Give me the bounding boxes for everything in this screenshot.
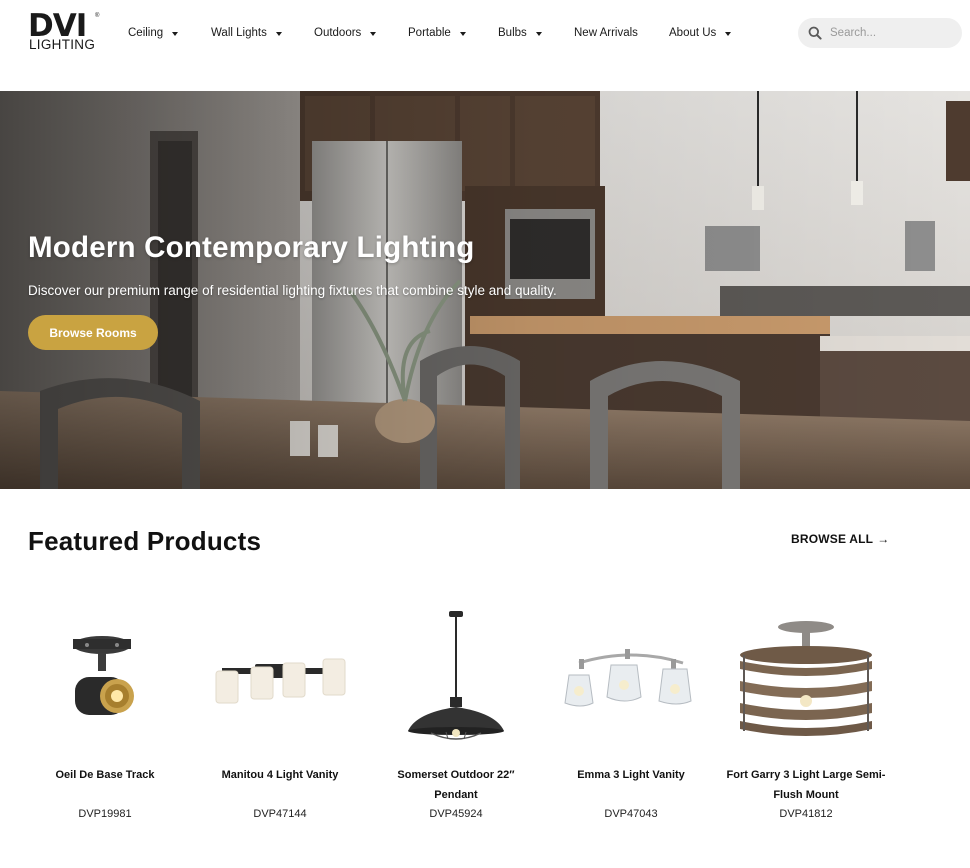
caret-down-icon: [172, 31, 179, 36]
product-sku: DVP47144: [253, 808, 307, 820]
product-card[interactable]: Oeil De Base Track DVP19981: [25, 605, 185, 835]
caret-down-icon: [275, 31, 282, 36]
browse-all-link[interactable]: BROWSE ALL →: [791, 532, 889, 546]
search-icon[interactable]: [808, 26, 822, 40]
caret-down-icon: [459, 31, 466, 36]
hero-subtitle: Discover our premium range of residentia…: [28, 283, 557, 298]
nav-item-label: Portable: [408, 27, 451, 39]
product-sku: DVP47043: [604, 808, 658, 820]
nav-item-about-us[interactable]: About Us: [669, 24, 732, 42]
track-light-icon: [73, 636, 134, 715]
search-bar: [798, 18, 962, 48]
logo-subtitle: LIGHTING: [29, 37, 96, 52]
pendant-light-icon: [408, 611, 504, 740]
nav-item-label: About Us: [669, 27, 717, 39]
product-name: Somerset Outdoor 22″ Pendant: [397, 769, 515, 801]
browse-all-label: BROWSE ALL: [791, 532, 874, 546]
nav-item-new-arrivals[interactable]: New Arrivals: [574, 24, 638, 42]
nav-item-label: Outdoors: [314, 27, 362, 39]
logo-registered-mark: ®: [95, 13, 100, 19]
hero-banner: Modern Contemporary Lighting Discover ou…: [0, 91, 970, 489]
arrow-right-icon: →: [877, 532, 890, 546]
browse-rooms-button[interactable]: Browse Rooms: [28, 315, 158, 350]
product-card[interactable]: Fort Garry 3 Light Large Semi-Flush Moun…: [726, 605, 886, 835]
nav-item-ceiling[interactable]: Ceiling: [128, 24, 179, 42]
product-sku: DVP41812: [779, 808, 833, 820]
product-card[interactable]: Manitou 4 Light Vanity DVP47144: [200, 605, 360, 835]
nav-item-wall-lights[interactable]: Wall Lights: [211, 24, 282, 42]
product-sku: DVP45924: [429, 808, 483, 820]
caret-down-icon: [370, 31, 377, 36]
nav-item-label: New Arrivals: [574, 27, 638, 39]
nav-item-label: Ceiling: [128, 27, 164, 39]
caret-down-icon: [725, 31, 732, 36]
hero-title: Modern Contemporary Lighting: [28, 231, 475, 264]
product-card[interactable]: Somerset Outdoor 22″ Pendant DVP45924: [376, 605, 536, 835]
product-card[interactable]: Emma 3 Light Vanity DVP47043: [551, 605, 711, 835]
product-name: Emma 3 Light Vanity: [577, 769, 685, 781]
nav-item-bulbs[interactable]: Bulbs: [498, 24, 542, 42]
dvi-lighting-logo[interactable]: DVI ® LIGHTING: [28, 9, 100, 55]
vanity-light-icon: [564, 649, 692, 707]
product-name: Manitou 4 Light Vanity: [221, 769, 339, 781]
vanity-light-icon: [215, 658, 346, 704]
nav-item-label: Bulbs: [498, 27, 527, 39]
product-sku: DVP19981: [78, 808, 132, 820]
site-header: DVI ® LIGHTING Ceiling Wall Lights Outdo…: [0, 0, 970, 91]
nav-item-portable[interactable]: Portable: [408, 24, 466, 42]
semi-flush-mount-icon: [740, 621, 872, 736]
nav-item-label: Wall Lights: [211, 27, 267, 39]
nav-item-outdoors[interactable]: Outdoors: [314, 24, 377, 42]
product-name: Oeil De Base Track: [55, 769, 155, 781]
caret-down-icon: [535, 31, 542, 36]
search-input[interactable]: [830, 23, 954, 43]
product-name: Fort Garry 3 Light Large Semi-Flush Moun…: [726, 769, 886, 801]
featured-products-heading: Featured Products: [28, 526, 262, 556]
